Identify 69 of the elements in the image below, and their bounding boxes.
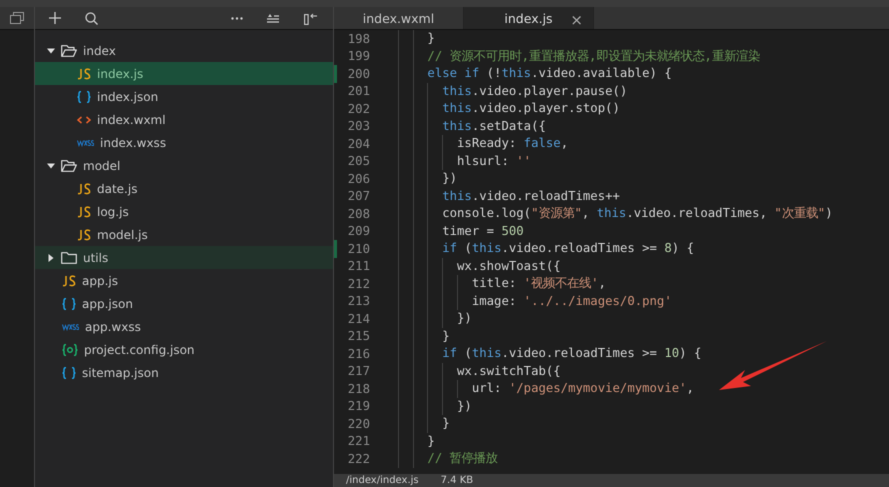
tree-item[interactable]: index (35, 39, 333, 62)
code-line: url: '/pages/mymovie/mymovie', (383, 380, 694, 398)
line-number: 203 (346, 119, 370, 134)
code-line: } (383, 328, 450, 345)
tree-item[interactable]: model.js (35, 223, 333, 246)
line-number: 198 (346, 32, 370, 46)
file-path: /index/index.js (346, 475, 419, 486)
code-line: }) (383, 398, 472, 415)
code-line: } (383, 432, 435, 450)
line-number: 217 (346, 364, 370, 378)
code-line: this.setData({ (383, 118, 546, 135)
line-number: 204 (346, 136, 370, 151)
line-number: 215 (346, 329, 370, 344)
code-line: this.video.reloadTimes++ (383, 188, 620, 205)
line-number: 221 (346, 434, 370, 448)
tree-item[interactable]: app.json (35, 292, 333, 315)
line-number: 206 (346, 172, 370, 186)
close-button[interactable]: × (570, 12, 583, 28)
code-line: wx.showToast({ (383, 258, 561, 275)
code-line: this.video.player.pause() (383, 82, 628, 100)
code-line: image: '../../images/0.png' (383, 292, 672, 310)
line-number: 199 (346, 49, 370, 64)
tree-item[interactable]: index.json (35, 85, 333, 108)
tree-item[interactable]: app.wxss (35, 315, 333, 338)
line-number: 205 (346, 154, 370, 168)
line-number: 216 (346, 346, 370, 361)
tree-item[interactable]: model (35, 154, 333, 177)
line-number: 222 (346, 452, 370, 466)
line-number: 209 (346, 224, 370, 238)
code-line: timer = 500 (383, 222, 524, 240)
code-line: this.video.player.stop() (383, 100, 620, 118)
code-line: title: '视频不在线', (383, 275, 606, 292)
line-number: 213 (346, 294, 370, 308)
tree-item[interactable]: utils (35, 246, 333, 269)
tree-item[interactable]: project.config.json (35, 338, 333, 361)
line-number: 212 (346, 276, 370, 291)
tree-item[interactable]: sitemap.json (35, 361, 333, 384)
tree-item[interactable]: date.js (35, 177, 333, 200)
line-number: 202 (346, 102, 370, 116)
tree-item[interactable]: app.js (35, 269, 333, 292)
line-number: 208 (346, 206, 370, 221)
tree-item[interactable]: index.js (35, 62, 333, 85)
code-line: if (this.video.reloadTimes >= 10) { (383, 345, 702, 362)
tree-item[interactable]: index.wxss (35, 131, 333, 154)
line-number: 218 (346, 382, 370, 396)
code-line: } (383, 30, 435, 48)
code-line: console.log("资源第", this.video.reloadTimes, "次重载") (383, 205, 833, 222)
tree-item[interactable]: index.wxml (35, 108, 333, 131)
code-line: wx.switchTab({ (383, 362, 561, 380)
code-line: isReady: false, (383, 135, 568, 152)
code-line: else if (!this.video.available) { (383, 65, 672, 82)
line-number: 214 (346, 312, 370, 326)
code-line: if (this.video.reloadTimes >= 8) { (383, 240, 694, 258)
line-number: 220 (346, 416, 370, 431)
code-line: hlsurl: '' (383, 152, 532, 170)
line-number: 211 (346, 259, 370, 274)
line-number: 219 (346, 399, 370, 414)
code-line: // 资源不可用时,重置播放器,即设置为未就绪状态,重新渲染 (383, 48, 760, 65)
line-number: 200 (346, 66, 370, 81)
tree-item[interactable]: log.js (35, 200, 333, 223)
line-number: 207 (346, 189, 370, 204)
file-size: 7.4 KB (440, 475, 474, 486)
code-line: }) (383, 310, 472, 328)
code-line: } (383, 415, 450, 432)
code-line: // 暂停播放 (383, 450, 498, 468)
editor-tab[interactable]: index.js × (464, 7, 594, 29)
line-number: 210 (346, 242, 370, 256)
code-line: }) (383, 170, 458, 188)
line-number: 201 (346, 84, 370, 98)
